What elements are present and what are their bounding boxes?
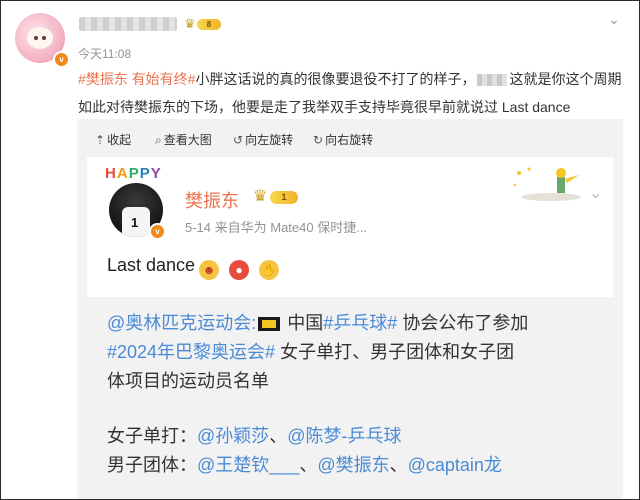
- mention-olympics[interactable]: @奥林匹克运动会:: [107, 313, 256, 333]
- author-member-level: 1: [270, 191, 298, 204]
- weibo-post: v ♛ 8 ⌄ 今天11:08 #樊振东 有始有终#小胖这话说的真的很像要退役不…: [0, 0, 640, 500]
- member-badge[interactable]: ♛ 8: [184, 17, 222, 31]
- chevron-down-icon[interactable]: ⌄: [606, 11, 622, 27]
- jersey-number: 1: [131, 215, 139, 230]
- little-prince-decoration-icon: [513, 167, 581, 201]
- crown-icon: ♛: [184, 16, 196, 31]
- post-meta: 5-14 来自华为 Mate40 保时捷...: [185, 220, 368, 235]
- mention-player[interactable]: @captain龙: [408, 455, 502, 475]
- chevron-down-icon[interactable]: ⌄: [589, 183, 602, 203]
- original-post-text: @奥林匹克运动会: 中国#乒乓球# 协会公布了参加 #2024年巴黎奥运会# 女…: [107, 313, 529, 475]
- mention-player[interactable]: @樊振东: [317, 455, 389, 475]
- topic-pingpong[interactable]: #乒乓球#: [323, 313, 397, 333]
- rotate-left-button[interactable]: ↺ 向左旋转: [233, 131, 293, 148]
- topic-paris-2024[interactable]: #2024年巴黎奥运会#: [107, 342, 275, 362]
- olympics-logo-icon: [258, 317, 281, 332]
- topic-link[interactable]: #樊振东 有始有终#: [78, 71, 195, 87]
- waving-person-icon: ✋: [259, 260, 280, 280]
- redacted-text: [477, 74, 508, 87]
- happy-decoration: HAPPY: [105, 165, 162, 182]
- mention-player[interactable]: @陈梦-乒乓球: [287, 426, 401, 446]
- post-text: #樊振东 有始有终#小胖这话说的真的很像要退役不打了的样子， 这就是你这个周期如此…: [78, 65, 626, 121]
- embedded-post-card: HAPPY 1 v 樊振东 ♛ 1 5-14 来自华为 Mate40 保时捷..…: [87, 157, 613, 297]
- rotate-left-icon: ↺: [233, 133, 244, 147]
- mention-player[interactable]: @王楚钦___: [197, 455, 299, 475]
- author-member-badge[interactable]: ♛ 1: [253, 188, 299, 206]
- magnifier-icon: ⌕: [155, 133, 162, 147]
- repost-container: ⇡ 收起 ⌕ 查看大图 ↺ 向左旋转 ↻ 向右旋转 HAPPY 1 v 樊振东 ♛ 1 …: [77, 119, 623, 499]
- verified-badge-icon: v: [53, 51, 70, 68]
- crown-icon: ♛: [253, 188, 268, 205]
- up-arrow-icon: ⇡: [95, 133, 106, 147]
- rotate-right-icon: ↻: [313, 133, 324, 147]
- rotate-right-button[interactable]: ↻ 向右旋转: [313, 131, 373, 148]
- member-level: 8: [197, 19, 221, 30]
- author-name[interactable]: 樊振东: [185, 187, 239, 213]
- view-large-button[interactable]: ⌕ 查看大图: [155, 131, 212, 148]
- ping-pong-paddle-icon: ●: [229, 260, 250, 280]
- post-time[interactable]: 今天11:08: [78, 45, 131, 62]
- emoji-face-icon: ☻: [199, 260, 220, 280]
- mention-player[interactable]: @孙颖莎: [197, 426, 269, 446]
- embedded-post-body: Last dance ☻ ● ✋: [107, 255, 280, 280]
- post-text-part1: 小胖这话说的真的很像要退役不打了的样子，: [195, 71, 476, 87]
- username-redacted[interactable]: [79, 17, 177, 31]
- collapse-button[interactable]: ⇡ 收起: [95, 131, 131, 148]
- verified-badge-icon: v: [149, 223, 166, 240]
